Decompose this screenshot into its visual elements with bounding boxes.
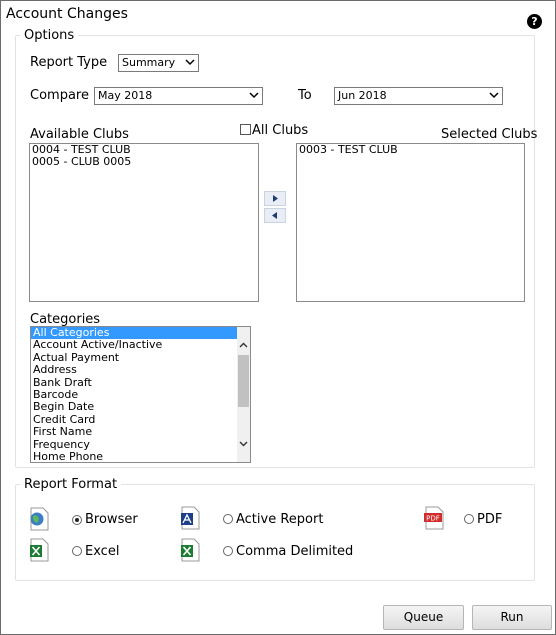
move-right-button[interactable] (264, 191, 286, 206)
move-left-button[interactable] (264, 208, 286, 223)
scroll-thumb[interactable] (238, 355, 249, 407)
compare-value: May 2018 (98, 89, 153, 102)
list-item[interactable]: Account Active/Inactive (31, 338, 250, 351)
list-item[interactable]: Address (31, 363, 250, 376)
pdf-icon: PDF (424, 506, 444, 530)
excel-radio[interactable] (72, 546, 82, 556)
chevron-down-icon (489, 92, 499, 99)
comma-delimited-radio[interactable] (223, 546, 233, 556)
to-select[interactable]: Jun 2018 (334, 87, 503, 105)
queue-button[interactable]: Queue (383, 605, 464, 630)
active-report-icon (181, 506, 200, 530)
list-item[interactable]: 0004 - TEST CLUB (30, 144, 258, 156)
list-item[interactable]: 0003 - TEST CLUB (297, 144, 524, 156)
excel-icon (30, 538, 49, 562)
active-report-radio[interactable] (223, 514, 233, 524)
chevron-down-icon (185, 59, 195, 66)
pdf-radio[interactable] (464, 514, 474, 524)
comma-delimited-label: Comma Delimited (236, 544, 354, 559)
csv-icon (181, 538, 200, 562)
browser-radio[interactable] (72, 515, 82, 525)
arrow-left-icon (272, 212, 277, 219)
report-format-group: Report Format (15, 477, 535, 581)
report-type-value: Summary (122, 56, 176, 69)
to-label: To (298, 88, 312, 103)
options-legend: Options (24, 28, 75, 43)
browser-label: Browser (85, 512, 138, 527)
list-item[interactable]: Begin Date (31, 401, 250, 414)
report-type-select[interactable]: Summary (118, 54, 199, 72)
report-format-legend: Report Format (24, 477, 118, 492)
run-button[interactable]: Run (472, 605, 552, 630)
selected-clubs-label: Selected Clubs (441, 127, 538, 142)
categories-scrollbar[interactable] (237, 327, 250, 462)
page-title: Account Changes (6, 6, 128, 22)
all-clubs-checkbox[interactable] (240, 124, 251, 135)
selected-clubs-list[interactable]: 0003 - TEST CLUB (296, 143, 525, 302)
available-clubs-label: Available Clubs (30, 127, 129, 142)
arrow-right-icon (273, 195, 278, 202)
list-item[interactable]: Home Phone (31, 450, 250, 462)
available-clubs-list[interactable]: 0004 - TEST CLUB 0005 - CLUB 0005 (29, 143, 259, 302)
compare-select[interactable]: May 2018 (94, 87, 263, 105)
categories-list[interactable]: All Categories Account Active/Inactive A… (30, 326, 251, 463)
help-icon[interactable]: ? (527, 14, 542, 29)
categories-label: Categories (30, 312, 101, 327)
list-item[interactable]: 0005 - CLUB 0005 (30, 155, 258, 168)
pdf-icon-text: PDF (426, 515, 440, 523)
scroll-down-icon[interactable] (239, 439, 248, 448)
pdf-label: PDF (477, 512, 503, 527)
chevron-down-icon (249, 92, 259, 99)
account-changes-window: Account Changes ? Options Report Type Su… (0, 0, 556, 635)
all-clubs-label: All Clubs (252, 123, 309, 138)
active-report-label: Active Report (236, 512, 324, 527)
compare-label: Compare (30, 88, 89, 103)
to-value: Jun 2018 (338, 89, 387, 102)
list-item[interactable]: First Name (31, 425, 250, 438)
report-type-label: Report Type (30, 55, 108, 70)
scroll-up-icon[interactable] (239, 341, 248, 350)
excel-label: Excel (85, 544, 120, 559)
browser-icon (30, 507, 49, 531)
